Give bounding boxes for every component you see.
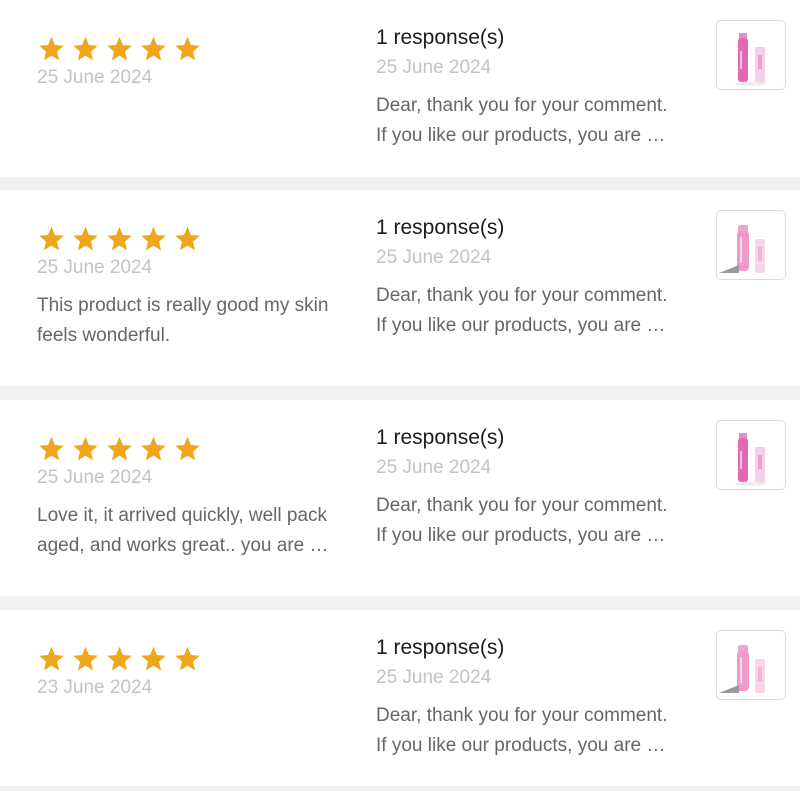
review-card: 25 June 2024 1 response(s) 25 June 2024 … xyxy=(0,0,800,177)
pink-tube-icon xyxy=(719,645,765,693)
response-count[interactable]: 1 response(s) xyxy=(376,214,671,242)
response-count[interactable]: 1 response(s) xyxy=(376,424,671,452)
star-icon xyxy=(139,225,168,253)
star-icon xyxy=(139,35,168,63)
review-card: 25 June 2024 This product is really good… xyxy=(0,190,800,386)
review-comment: This product is really good my skin feel… xyxy=(37,295,329,346)
pink-spray-bottle-icon xyxy=(735,33,767,86)
star-icon xyxy=(139,645,168,673)
review-response: 1 response(s) 25 June 2024 Dear, thank y… xyxy=(376,634,671,761)
star-icon xyxy=(173,435,202,463)
review-date: 25 June 2024 xyxy=(37,67,153,88)
review-response: 1 response(s) 25 June 2024 Dear, thank y… xyxy=(376,214,671,341)
star-icon xyxy=(105,225,134,253)
review-main: 25 June 2024 This product is really good… xyxy=(37,224,337,351)
review-card: 23 June 2024 1 response(s) 25 June 2024 … xyxy=(0,610,800,786)
review-main: 23 June 2024 xyxy=(37,644,337,711)
response-text: Dear, thank you for your comment. If you… xyxy=(376,495,671,546)
star-icon xyxy=(173,645,202,673)
review-date: 25 June 2024 xyxy=(37,257,153,278)
response-date: 25 June 2024 xyxy=(376,457,492,478)
review-date: 25 June 2024 xyxy=(37,467,153,488)
star-icon xyxy=(105,35,134,63)
product-thumbnail[interactable] xyxy=(716,210,786,280)
review-comment: Love it, it arrived quickly, well packag… xyxy=(37,505,334,556)
star-icon xyxy=(37,225,66,253)
star-icon xyxy=(139,435,168,463)
reviews-list: 25 June 2024 1 response(s) 25 June 2024 … xyxy=(0,0,800,791)
response-date: 25 June 2024 xyxy=(376,247,492,268)
review-date: 23 June 2024 xyxy=(37,677,153,698)
review-response: 1 response(s) 25 June 2024 Dear, thank y… xyxy=(376,24,671,151)
star-icon xyxy=(71,35,100,63)
response-count[interactable]: 1 response(s) xyxy=(376,24,671,52)
response-date: 25 June 2024 xyxy=(376,667,492,688)
product-thumbnail[interactable] xyxy=(716,630,786,700)
response-text: Dear, thank you for your comment. If you… xyxy=(376,705,671,756)
star-rating xyxy=(37,644,337,674)
star-icon xyxy=(71,225,100,253)
review-main: 25 June 2024 xyxy=(37,34,337,101)
star-icon xyxy=(37,35,66,63)
star-icon xyxy=(37,645,66,673)
star-icon xyxy=(105,435,134,463)
star-icon xyxy=(71,645,100,673)
pink-spray-bottle-icon xyxy=(735,433,767,486)
star-icon xyxy=(37,435,66,463)
response-text: Dear, thank you for your comment. If you… xyxy=(376,95,671,146)
product-thumbnail[interactable] xyxy=(716,420,786,490)
star-icon xyxy=(173,35,202,63)
star-icon xyxy=(71,435,100,463)
review-response: 1 response(s) 25 June 2024 Dear, thank y… xyxy=(376,424,671,551)
star-rating xyxy=(37,224,337,254)
product-thumbnail[interactable] xyxy=(716,20,786,90)
star-rating xyxy=(37,434,337,464)
review-main: 25 June 2024 Love it, it arrived quickly… xyxy=(37,434,337,561)
response-count[interactable]: 1 response(s) xyxy=(376,634,671,662)
response-text: Dear, thank you for your comment. If you… xyxy=(376,285,671,336)
pink-tube-icon xyxy=(719,225,765,273)
star-icon xyxy=(173,225,202,253)
star-icon xyxy=(105,645,134,673)
review-card: 25 June 2024 Love it, it arrived quickly… xyxy=(0,400,800,596)
star-rating xyxy=(37,34,337,64)
response-date: 25 June 2024 xyxy=(376,57,492,78)
